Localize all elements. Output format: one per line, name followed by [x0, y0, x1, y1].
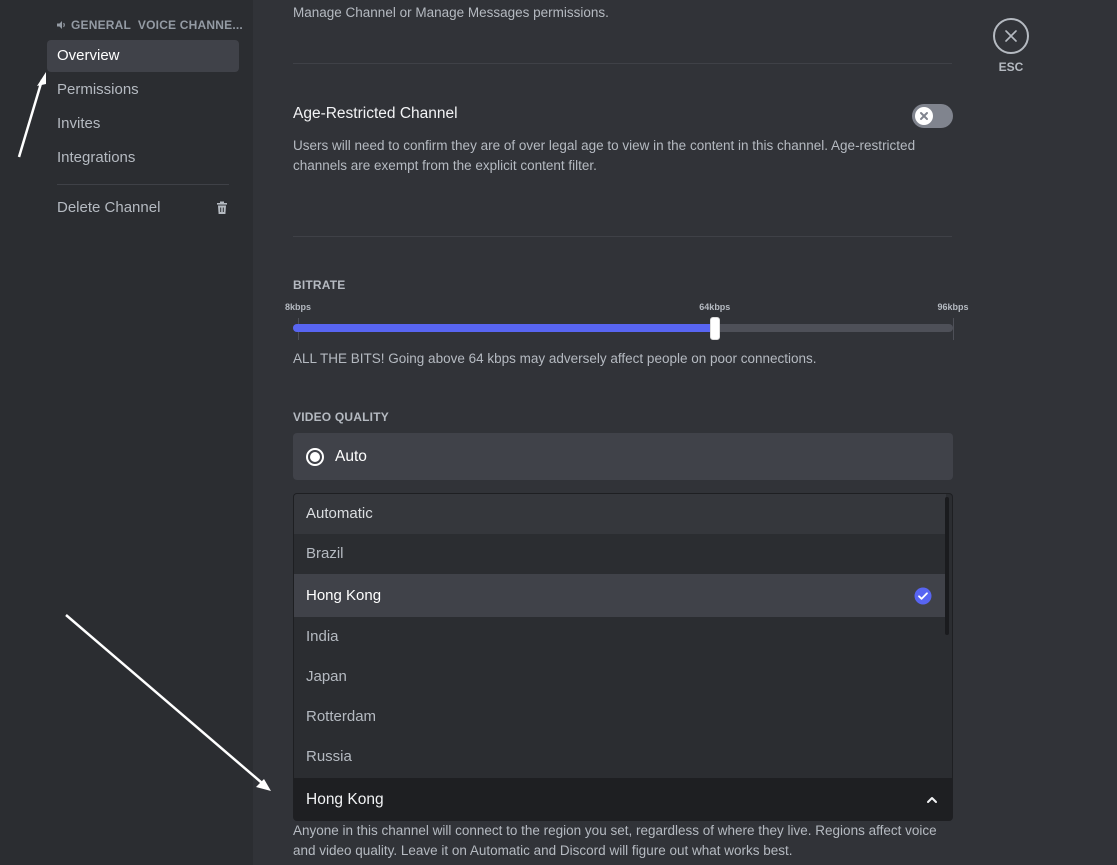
- bitrate-current-label: 64kbps: [699, 302, 731, 312]
- region-description: Anyone in this channel will connect to t…: [293, 823, 937, 858]
- option-label: Hong Kong: [306, 587, 382, 604]
- region-option-automatic[interactable]: Automatic: [294, 494, 946, 534]
- slider-fill: [293, 324, 715, 332]
- region-option-hong-kong[interactable]: Hong Kong: [294, 574, 946, 617]
- bitrate-min-label: 8kbps: [284, 302, 312, 312]
- settings-main: Manage Channel or Manage Messages permis…: [253, 0, 1117, 865]
- video-quality-label: VIDEO QUALITY: [293, 410, 389, 424]
- chevron-up-icon: [927, 796, 937, 803]
- region-option-india[interactable]: India: [294, 617, 946, 657]
- radio-selected-icon: [306, 447, 324, 466]
- channel-settings-window: GENERAL VOICE CHANNE... Overview Permiss…: [0, 0, 1117, 865]
- slider-handle[interactable]: [709, 317, 720, 340]
- bitrate-max-label: 96kbps: [937, 302, 969, 312]
- sidebar-divider: [57, 184, 229, 185]
- option-label: Automatic: [306, 505, 373, 522]
- option-label: Rotterdam: [306, 708, 377, 725]
- close-label: ESC: [998, 60, 1024, 74]
- option-label: Russia: [306, 748, 352, 765]
- permissions-note: Manage Channel or Manage Messages permis…: [293, 5, 609, 20]
- region-select-value: Hong Kong: [306, 790, 384, 808]
- region-select[interactable]: Hong Kong: [293, 778, 953, 821]
- sidebar-item-integrations[interactable]: Integrations: [47, 142, 239, 174]
- close-icon: [1005, 30, 1017, 42]
- region-option-brazil[interactable]: Brazil: [294, 534, 946, 574]
- speaker-icon: [57, 21, 65, 29]
- age-restricted-description: Users will need to confirm they are of o…: [293, 138, 916, 173]
- toggle-knob: [915, 107, 933, 125]
- close-button[interactable]: ESC: [992, 18, 1030, 74]
- sidebar-channel-header: GENERAL VOICE CHANNE...: [57, 18, 243, 32]
- option-label: Brazil: [306, 545, 344, 562]
- delete-channel-button[interactable]: Delete Channel: [47, 192, 239, 224]
- sidebar-item-invites[interactable]: Invites: [47, 108, 239, 140]
- sidebar-header-label: GENERAL VOICE CHANNE...: [71, 18, 243, 32]
- section-divider: [293, 236, 952, 237]
- x-icon: [920, 112, 928, 120]
- region-option-russia[interactable]: Russia: [294, 737, 946, 777]
- bitrate-label: BITRATE: [293, 278, 346, 292]
- region-dropdown-menu: Automatic Brazil Hong Kong India Japan R…: [293, 493, 953, 779]
- age-restricted-title: Age-Restricted Channel: [293, 105, 458, 122]
- region-option-japan[interactable]: Japan: [294, 657, 946, 697]
- delete-channel-label: Delete Channel: [57, 199, 161, 216]
- option-label: India: [306, 628, 339, 645]
- close-circle: [993, 18, 1029, 54]
- trash-icon: [217, 201, 227, 214]
- settings-sidebar: GENERAL VOICE CHANNE... Overview Permiss…: [0, 0, 253, 865]
- bitrate-description: ALL THE BITS! Going above 64 kbps may ad…: [293, 351, 817, 366]
- sidebar-item-permissions[interactable]: Permissions: [47, 74, 239, 106]
- video-quality-auto-label: Auto: [335, 447, 367, 465]
- region-option-rotterdam[interactable]: Rotterdam: [294, 697, 946, 737]
- video-quality-auto-option[interactable]: Auto: [293, 433, 953, 480]
- age-restricted-toggle[interactable]: [912, 104, 953, 128]
- dropdown-scrollbar[interactable]: [945, 497, 949, 635]
- tick-mark: [953, 318, 954, 340]
- checkmark-icon: [914, 587, 932, 604]
- option-label: Japan: [306, 668, 347, 685]
- sidebar-item-overview[interactable]: Overview: [47, 40, 239, 72]
- section-divider: [293, 63, 952, 64]
- bitrate-slider[interactable]: 8kbps 64kbps 96kbps: [285, 300, 969, 350]
